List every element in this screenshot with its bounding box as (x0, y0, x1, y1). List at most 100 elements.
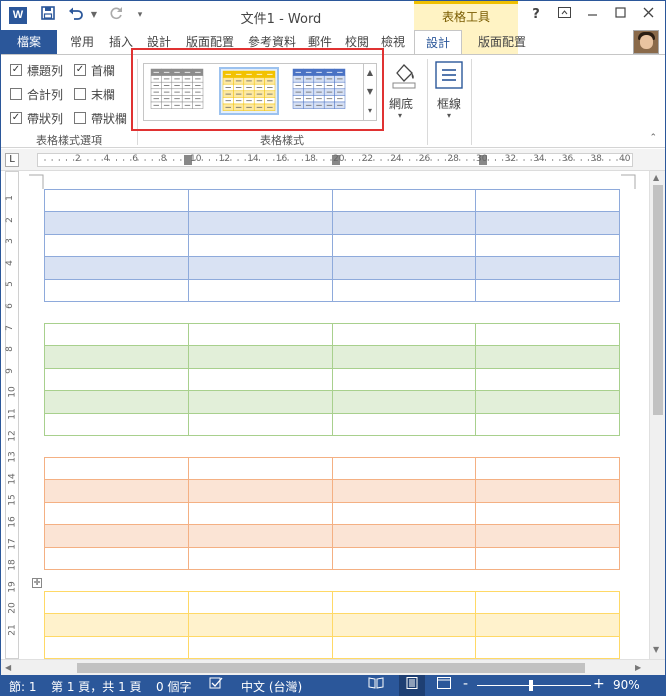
tab-table-layout[interactable]: 版面配置 (466, 30, 538, 54)
table-row[interactable] (44, 456, 620, 481)
document-canvas[interactable]: 1 2 3 4 5 6 7 8 9 10 11 12 13 14 15 16 17 18 19 20 21 ✛ (1, 171, 649, 659)
document-table[interactable] (44, 322, 620, 436)
table-cell[interactable] (475, 524, 620, 548)
table-cell[interactable] (44, 479, 189, 503)
table-cell[interactable] (331, 479, 477, 503)
table-row[interactable] (44, 256, 620, 280)
zoom-out-button[interactable]: - (463, 676, 468, 692)
table-row[interactable] (44, 479, 620, 503)
language-indicator[interactable]: 中文 (台灣) (241, 678, 302, 695)
table-move-handle-icon[interactable]: ✛ (32, 578, 42, 588)
first-column-checkbox[interactable]: ✓ (74, 64, 86, 76)
table-cell[interactable] (331, 211, 477, 235)
table-cell[interactable] (475, 635, 620, 659)
banded-columns-checkbox[interactable] (74, 112, 86, 124)
table-cell[interactable] (331, 613, 477, 637)
table-cell[interactable] (187, 524, 333, 548)
close-icon[interactable] (637, 5, 659, 25)
table-cell[interactable] (44, 390, 189, 414)
table-cell[interactable] (44, 278, 189, 302)
table-cell[interactable] (44, 501, 189, 526)
table-cell[interactable] (331, 256, 477, 280)
table-cell[interactable] (187, 613, 333, 637)
table-row[interactable] (44, 524, 620, 548)
table-row[interactable] (44, 188, 620, 213)
vertical-scroll-thumb[interactable] (653, 185, 663, 415)
table-cell[interactable] (44, 345, 189, 369)
shading-button[interactable]: 網底 ▾ (385, 59, 419, 125)
table-row[interactable] (44, 367, 620, 392)
table-cell[interactable] (187, 479, 333, 503)
table-cell[interactable] (187, 233, 333, 258)
table-cell[interactable] (331, 278, 477, 302)
table-cell[interactable] (44, 211, 189, 235)
collapse-ribbon-icon[interactable]: ⌃ (649, 133, 657, 143)
horizontal-scrollbar[interactable]: ◀ ▶ (1, 659, 665, 675)
table-cell[interactable] (475, 211, 620, 235)
table-cell[interactable] (187, 188, 333, 213)
tab-table-design[interactable]: 設計 (414, 30, 462, 55)
table-cell[interactable] (44, 635, 189, 659)
table-row[interactable] (44, 590, 620, 615)
horizontal-scroll-thumb[interactable] (77, 663, 585, 673)
minimize-icon[interactable] (581, 5, 603, 25)
scroll-left-icon[interactable]: ◀ (5, 663, 11, 672)
table-row[interactable] (44, 233, 620, 258)
table-row[interactable] (44, 345, 620, 369)
table-cell[interactable] (44, 233, 189, 258)
zoom-level[interactable]: 90% (613, 678, 640, 692)
table-cell[interactable] (475, 412, 620, 436)
zoom-in-button[interactable]: + (593, 676, 605, 692)
table-cell[interactable] (187, 412, 333, 436)
table-row[interactable] (44, 211, 620, 235)
table-cell[interactable] (187, 590, 333, 615)
table-cell[interactable] (187, 345, 333, 369)
help-button[interactable]: ? (525, 5, 547, 25)
table-row[interactable] (44, 322, 620, 347)
tab-file[interactable]: 檔案 (1, 30, 57, 54)
ribbon-display-options-icon[interactable] (553, 5, 575, 25)
table-cell[interactable] (44, 613, 189, 637)
document-table[interactable] (44, 456, 620, 570)
zoom-slider-track[interactable] (477, 685, 591, 686)
table-cell[interactable] (44, 188, 189, 213)
table-cell[interactable] (331, 456, 477, 481)
table-cell[interactable] (44, 367, 189, 392)
table-cell[interactable] (331, 367, 477, 392)
vertical-scrollbar[interactable]: ▲ ▼ (649, 171, 665, 659)
table-cell[interactable] (187, 456, 333, 481)
table-cell[interactable] (475, 390, 620, 414)
table-cell[interactable] (475, 367, 620, 392)
table-cell[interactable] (475, 188, 620, 213)
maximize-icon[interactable] (609, 5, 631, 25)
table-cell[interactable] (187, 546, 333, 570)
table-cell[interactable] (331, 524, 477, 548)
table-cell[interactable] (475, 590, 620, 615)
last-column-checkbox[interactable] (74, 88, 86, 100)
table-cell[interactable] (475, 479, 620, 503)
table-cell[interactable] (331, 322, 477, 347)
table-row[interactable] (44, 635, 620, 659)
table-cell[interactable] (475, 345, 620, 369)
print-layout-icon[interactable] (399, 675, 425, 696)
table-cell[interactable] (475, 256, 620, 280)
zoom-slider-thumb[interactable] (529, 680, 533, 691)
table-cell[interactable] (331, 233, 477, 258)
table-cell[interactable] (475, 322, 620, 347)
table-cell[interactable] (44, 546, 189, 570)
table-row[interactable] (44, 278, 620, 302)
table-cell[interactable] (44, 456, 189, 481)
table-row[interactable] (44, 546, 620, 570)
table-cell[interactable] (187, 367, 333, 392)
table-cell[interactable] (44, 524, 189, 548)
page-indicator[interactable]: 第 1 頁，共 1 頁 (51, 678, 142, 695)
table-cell[interactable] (331, 188, 477, 213)
table-cell[interactable] (187, 501, 333, 526)
table-cell[interactable] (331, 390, 477, 414)
table-cell[interactable] (187, 256, 333, 280)
table-cell[interactable] (331, 546, 477, 570)
table-cell[interactable] (331, 590, 477, 615)
word-count[interactable]: 0 個字 (156, 678, 191, 695)
table-cell[interactable] (331, 412, 477, 436)
table-cell[interactable] (187, 322, 333, 347)
